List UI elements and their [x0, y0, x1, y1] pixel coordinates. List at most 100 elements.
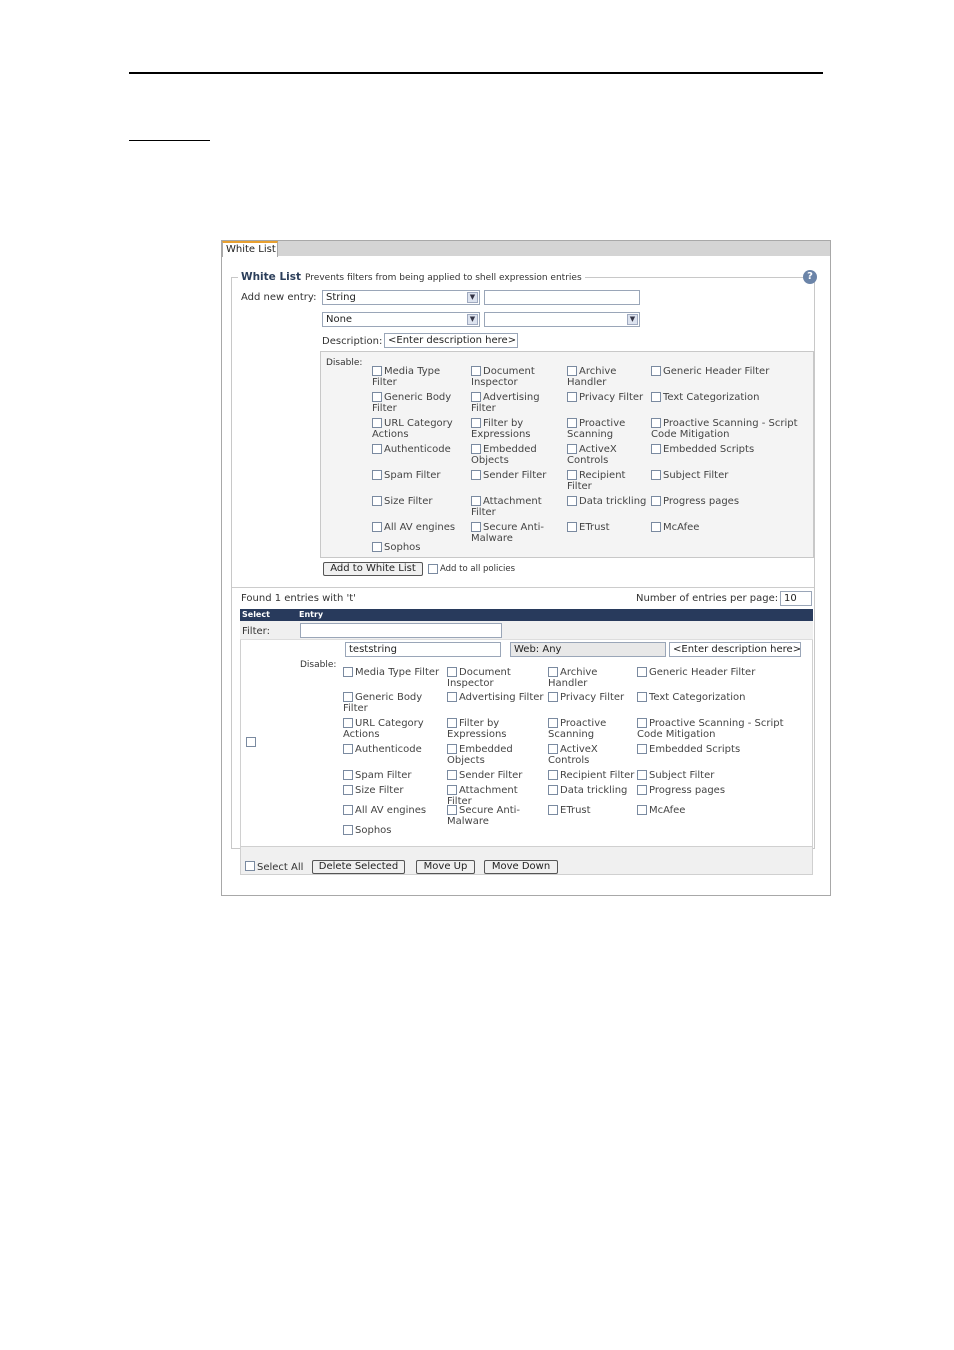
entry-filter-option[interactable]: Authenticode: [343, 744, 443, 755]
disable-filter-option[interactable]: Embedded Scripts: [651, 444, 811, 455]
disable-filter-checkbox[interactable]: [372, 470, 382, 480]
entry-filter-checkbox[interactable]: [637, 718, 647, 728]
disable-filter-option[interactable]: Archive Handler: [567, 366, 649, 388]
disable-filter-option[interactable]: Sophos: [372, 542, 468, 553]
entry-filter-checkbox[interactable]: [343, 825, 353, 835]
disable-filter-option[interactable]: Authenticode: [372, 444, 468, 455]
entry-filter-checkbox[interactable]: [548, 667, 558, 677]
entry-filter-option[interactable]: ActiveX Controls: [548, 744, 636, 766]
disable-filter-option[interactable]: Embedded Objects: [471, 444, 563, 466]
disable-filter-checkbox[interactable]: [471, 444, 481, 454]
disable-filter-checkbox[interactable]: [651, 496, 661, 506]
disable-filter-option[interactable]: ActiveX Controls: [567, 444, 649, 466]
tab-white-list[interactable]: White List: [222, 241, 278, 257]
entry-filter-checkbox[interactable]: [548, 785, 558, 795]
entry-filter-option[interactable]: URL Category Actions: [343, 718, 443, 740]
filter-input[interactable]: [300, 623, 502, 638]
entry-category-select[interactable]: None ▼: [322, 312, 480, 327]
entry-filter-checkbox[interactable]: [343, 718, 353, 728]
entry-filter-checkbox[interactable]: [447, 805, 457, 815]
entry-filter-option[interactable]: Secure Anti-Malware: [447, 805, 545, 827]
disable-filter-checkbox[interactable]: [567, 470, 577, 480]
entry-filter-option[interactable]: Privacy Filter: [548, 692, 636, 703]
disable-filter-checkbox[interactable]: [372, 496, 382, 506]
entry-filter-checkbox[interactable]: [548, 805, 558, 815]
entry-filter-checkbox[interactable]: [343, 770, 353, 780]
entry-type-select[interactable]: String ▼: [322, 290, 480, 305]
disable-filter-checkbox[interactable]: [651, 418, 661, 428]
entry-filter-option[interactable]: ETrust: [548, 805, 636, 816]
entry-filter-checkbox[interactable]: [447, 667, 457, 677]
entry-filter-option[interactable]: Embedded Objects: [447, 744, 545, 766]
disable-filter-option[interactable]: Sender Filter: [471, 470, 563, 481]
disable-filter-option[interactable]: Text Categorization: [651, 392, 811, 403]
disable-filter-checkbox[interactable]: [372, 392, 382, 402]
disable-filter-option[interactable]: Advertising Filter: [471, 392, 563, 414]
entry-filter-option[interactable]: All AV engines: [343, 805, 443, 816]
disable-filter-option[interactable]: Generic Body Filter: [372, 392, 468, 414]
disable-filter-option[interactable]: Subject Filter: [651, 470, 811, 481]
entry-filter-checkbox[interactable]: [548, 718, 558, 728]
disable-filter-checkbox[interactable]: [567, 522, 577, 532]
entry-filter-option[interactable]: Document Inspector: [447, 667, 545, 689]
disable-filter-option[interactable]: Secure Anti-Malware: [471, 522, 563, 544]
disable-filter-checkbox[interactable]: [471, 392, 481, 402]
entry-filter-checkbox[interactable]: [637, 770, 647, 780]
entry-filter-option[interactable]: Recipient Filter: [548, 770, 636, 781]
disable-filter-checkbox[interactable]: [471, 418, 481, 428]
entry-filter-option[interactable]: Data trickling: [548, 785, 636, 796]
disable-filter-option[interactable]: McAfee: [651, 522, 811, 533]
disable-filter-option[interactable]: Media Type Filter: [372, 366, 468, 388]
entry-filter-option[interactable]: Proactive Scanning: [548, 718, 636, 740]
disable-filter-checkbox[interactable]: [567, 366, 577, 376]
entry-filter-checkbox[interactable]: [447, 770, 457, 780]
disable-filter-checkbox[interactable]: [567, 392, 577, 402]
disable-filter-checkbox[interactable]: [651, 392, 661, 402]
disable-filter-checkbox[interactable]: [372, 366, 382, 376]
disable-filter-checkbox[interactable]: [471, 470, 481, 480]
add-to-all-policies-checkbox[interactable]: [428, 564, 438, 574]
add-to-white-list-button[interactable]: Add to White List: [323, 562, 423, 576]
row-select-checkbox[interactable]: [246, 737, 256, 747]
entry-filter-option[interactable]: Progress pages: [637, 785, 812, 796]
entry-filter-option[interactable]: McAfee: [637, 805, 812, 816]
entry-filter-option[interactable]: Advertising Filter: [447, 692, 545, 703]
disable-filter-option[interactable]: Attachment Filter: [471, 496, 563, 518]
entry-filter-checkbox[interactable]: [343, 692, 353, 702]
disable-filter-checkbox[interactable]: [567, 444, 577, 454]
entry-filter-checkbox[interactable]: [447, 785, 457, 795]
entry-filter-checkbox[interactable]: [343, 805, 353, 815]
disable-filter-checkbox[interactable]: [372, 444, 382, 454]
disable-filter-option[interactable]: Size Filter: [372, 496, 468, 507]
entry-filter-checkbox[interactable]: [343, 744, 353, 754]
move-down-button[interactable]: Move Down: [484, 860, 558, 874]
entry-filter-checkbox[interactable]: [343, 785, 353, 795]
disable-filter-option[interactable]: Progress pages: [651, 496, 811, 507]
disable-filter-checkbox[interactable]: [651, 366, 661, 376]
disable-filter-checkbox[interactable]: [372, 522, 382, 532]
entry-filter-option[interactable]: Text Categorization: [637, 692, 812, 703]
select-all-checkbox[interactable]: [245, 861, 255, 871]
entry-value-field[interactable]: teststring: [345, 642, 501, 657]
entry-filter-option[interactable]: Attachment Filter: [447, 785, 545, 807]
disable-filter-option[interactable]: Document Inspector: [471, 366, 563, 388]
disable-filter-checkbox[interactable]: [471, 496, 481, 506]
disable-filter-checkbox[interactable]: [651, 470, 661, 480]
disable-filter-checkbox[interactable]: [651, 522, 661, 532]
disable-filter-checkbox[interactable]: [567, 418, 577, 428]
entry-filter-option[interactable]: Filter by Expressions: [447, 718, 545, 740]
entry-filter-checkbox[interactable]: [447, 744, 457, 754]
disable-filter-option[interactable]: All AV engines: [372, 522, 468, 533]
disable-filter-option[interactable]: Generic Header Filter: [651, 366, 811, 377]
entry-filter-option[interactable]: Generic Body Filter: [343, 692, 443, 714]
delete-selected-button[interactable]: Delete Selected: [312, 860, 405, 874]
entry-filter-checkbox[interactable]: [343, 667, 353, 677]
entry-filter-option[interactable]: Media Type Filter: [343, 667, 443, 678]
entry-filter-option[interactable]: Sophos: [343, 825, 443, 836]
entry-value-input[interactable]: [484, 290, 640, 305]
entry-filter-checkbox[interactable]: [447, 692, 457, 702]
entry-filter-option[interactable]: Archive Handler: [548, 667, 636, 689]
entry-filter-checkbox[interactable]: [637, 785, 647, 795]
entry-description-field[interactable]: <Enter description here>: [669, 642, 801, 657]
disable-filter-option[interactable]: Recipient Filter: [567, 470, 649, 492]
